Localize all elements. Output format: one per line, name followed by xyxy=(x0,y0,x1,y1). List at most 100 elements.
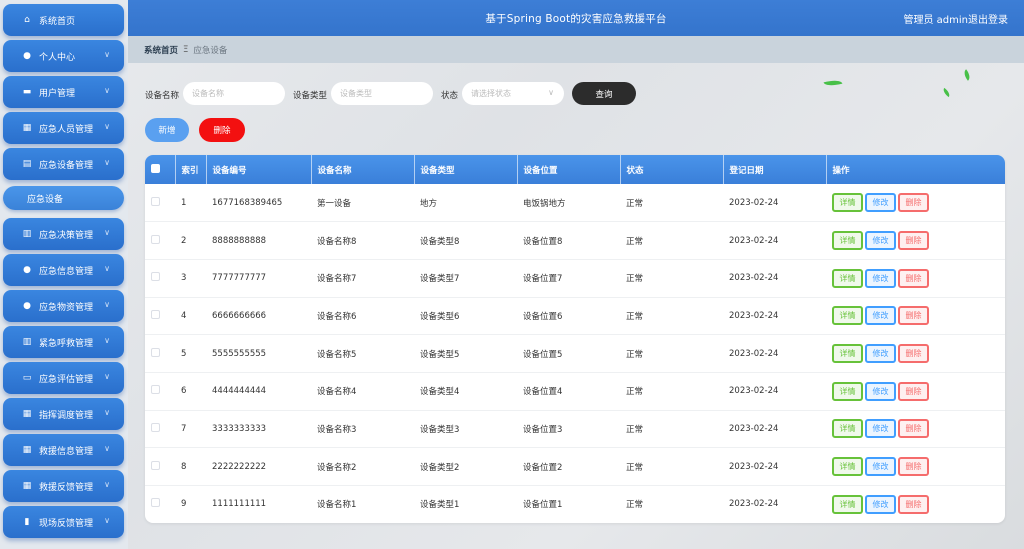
sidebar-item[interactable]: ▦ 指挥调度管理 ∨ xyxy=(3,398,124,430)
detail-button[interactable]: 详情 xyxy=(832,231,863,251)
cell-status: 正常 xyxy=(626,424,644,435)
batch-delete-button[interactable]: 删除 xyxy=(199,118,245,142)
sidebar-item[interactable]: ● 应急物资管理 ∨ xyxy=(3,290,124,322)
cell-actions: 详情 修改 删除 xyxy=(826,222,1005,260)
col-header-name: 设备名称 xyxy=(311,155,415,184)
cell-location: 设备位置1 xyxy=(523,500,563,511)
delete-button[interactable]: 删除 xyxy=(898,268,929,288)
delete-button[interactable]: 删除 xyxy=(898,494,929,514)
edit-button[interactable]: 修改 xyxy=(865,306,896,326)
cell-actions: 详情 修改 删除 xyxy=(826,259,1005,297)
chevron-down-icon: ∨ xyxy=(104,480,110,489)
row-checkbox[interactable] xyxy=(145,335,175,373)
row-checkbox[interactable] xyxy=(145,259,175,297)
edit-button[interactable]: 修改 xyxy=(865,457,896,477)
delete-button[interactable]: 删除 xyxy=(898,306,929,326)
chevron-down-icon: ∨ xyxy=(104,122,110,131)
cell-status: 正常 xyxy=(626,349,644,360)
sidebar-item[interactable]: ● 个人中心 ∨ xyxy=(3,40,124,72)
cell-date: 2023-02-24 xyxy=(729,386,779,397)
table-header-row: 索引 设备编号 设备名称 设备类型 设备位置 状态 登记日期 操作 xyxy=(145,155,1005,184)
cell-name: 设备名称2 xyxy=(317,462,357,473)
delete-button[interactable]: 删除 xyxy=(898,193,929,213)
cell-date: 2023-02-24 xyxy=(729,310,779,321)
edit-button[interactable]: 修改 xyxy=(865,381,896,401)
query-button[interactable]: 查询 xyxy=(572,82,636,105)
sidebar-item[interactable]: ▦ 救援信息管理 ∨ xyxy=(3,434,124,466)
chevron-down-icon: ∨ xyxy=(104,158,110,167)
table-row: 5 5555555555 设备名称5 设备类型5 设备位置5 正常 2023-02-24 详情… xyxy=(145,335,1005,373)
delete-button[interactable]: 删除 xyxy=(898,457,929,477)
cell-location: 设备位置4 xyxy=(523,387,563,398)
cell-status: 正常 xyxy=(626,462,644,473)
sidebar-item[interactable]: ▦ 救援反馈管理 ∨ xyxy=(3,470,124,502)
cell-date: 2023-02-24 xyxy=(729,461,779,472)
delete-button[interactable]: 删除 xyxy=(898,344,929,364)
row-checkbox[interactable] xyxy=(145,372,175,410)
sidebar-item[interactable]: ⌂ 系统首页 xyxy=(3,4,124,36)
printer-icon: ▭ xyxy=(22,373,32,383)
edit-button[interactable]: 修改 xyxy=(865,193,896,213)
admin-label: 管理员 admin xyxy=(903,15,968,26)
detail-button[interactable]: 详情 xyxy=(832,457,863,477)
edit-button[interactable]: 修改 xyxy=(865,344,896,364)
sidebar-item[interactable]: ● 应急信息管理 ∨ xyxy=(3,254,124,286)
sidebar-item[interactable]: ▬ 用户管理 ∨ xyxy=(3,76,124,108)
table-row: 8 2222222222 设备名称2 设备类型2 设备位置2 正常 2023-02-24 详情… xyxy=(145,448,1005,486)
cell-name: 设备名称7 xyxy=(317,274,357,285)
detail-button[interactable]: 详情 xyxy=(832,494,863,514)
select-all-checkbox[interactable] xyxy=(145,155,176,184)
row-checkbox[interactable] xyxy=(145,184,175,222)
cell-type: 设备类型8 xyxy=(420,236,460,247)
delete-button[interactable]: 删除 xyxy=(898,231,929,251)
chevron-down-icon: ∨ xyxy=(104,336,110,345)
detail-button[interactable]: 详情 xyxy=(832,344,863,364)
cell-status: 正常 xyxy=(626,500,644,511)
sidebar-item[interactable]: ▥ 应急决策管理 ∨ xyxy=(3,218,124,250)
detail-button[interactable]: 详情 xyxy=(832,381,863,401)
row-checkbox[interactable] xyxy=(145,297,175,335)
row-checkbox[interactable] xyxy=(145,410,175,448)
search-name-placeholder: 设备名称 xyxy=(192,89,224,98)
detail-button[interactable]: 详情 xyxy=(832,419,863,439)
cell-index: 5 xyxy=(181,348,187,359)
chevron-down-icon: ∨ xyxy=(104,50,110,59)
row-checkbox[interactable] xyxy=(145,486,175,524)
delete-button[interactable]: 删除 xyxy=(898,381,929,401)
edit-button[interactable]: 修改 xyxy=(865,231,896,251)
cell-type: 设备类型7 xyxy=(420,274,460,285)
sidebar-item[interactable]: ▥ 紧急呼救管理 ∨ xyxy=(3,326,124,358)
add-button[interactable]: 新增 xyxy=(145,118,189,142)
row-checkbox[interactable] xyxy=(145,448,175,486)
sidebar-subitem-active[interactable]: 应急设备 xyxy=(3,186,124,210)
logout-link[interactable]: 退出登录 xyxy=(968,11,1008,26)
edit-button[interactable]: 修改 xyxy=(865,419,896,439)
breadcrumb-home[interactable]: 系统首页 xyxy=(144,44,178,56)
cell-actions: 详情 修改 删除 xyxy=(826,335,1005,373)
detail-button[interactable]: 详情 xyxy=(832,268,863,288)
cell-code: 8888888888 xyxy=(212,235,267,246)
clipboard-icon: ▥ xyxy=(22,229,32,239)
chart-icon: ▮ xyxy=(24,517,30,527)
sidebar-item-label: 系统首页 xyxy=(39,16,76,27)
search-name-label: 设备名称 xyxy=(145,91,180,101)
delete-button[interactable]: 删除 xyxy=(898,419,929,439)
status-select[interactable]: 请选择状态 ∨ xyxy=(462,82,564,105)
table-row: 2 8888888888 设备名称8 设备类型8 设备位置8 正常 2023-02-24 详情… xyxy=(145,222,1005,260)
search-name-input[interactable]: 设备名称 xyxy=(183,82,285,105)
cell-status: 正常 xyxy=(626,311,644,322)
cell-index: 3 xyxy=(181,273,187,284)
detail-button[interactable]: 详情 xyxy=(832,193,863,213)
edit-button[interactable]: 修改 xyxy=(865,494,896,514)
grid-icon: ▦ xyxy=(22,445,32,455)
sidebar-item[interactable]: ▮ 现场反馈管理 ∨ xyxy=(3,506,124,538)
search-type-input[interactable]: 设备类型 xyxy=(331,82,433,105)
sidebar-item[interactable]: ▦ 应急人员管理 ∨ xyxy=(3,112,124,144)
detail-button[interactable]: 详情 xyxy=(832,306,863,326)
edit-button[interactable]: 修改 xyxy=(865,268,896,288)
grid-icon: ▦ xyxy=(22,123,32,133)
sidebar-item[interactable]: ▭ 应急评估管理 ∨ xyxy=(3,362,124,394)
sidebar-item[interactable]: ▤ 应急设备管理 ∨ xyxy=(3,148,124,180)
row-checkbox[interactable] xyxy=(145,222,175,260)
sidebar-item-label: 应急人员管理 xyxy=(39,124,94,135)
